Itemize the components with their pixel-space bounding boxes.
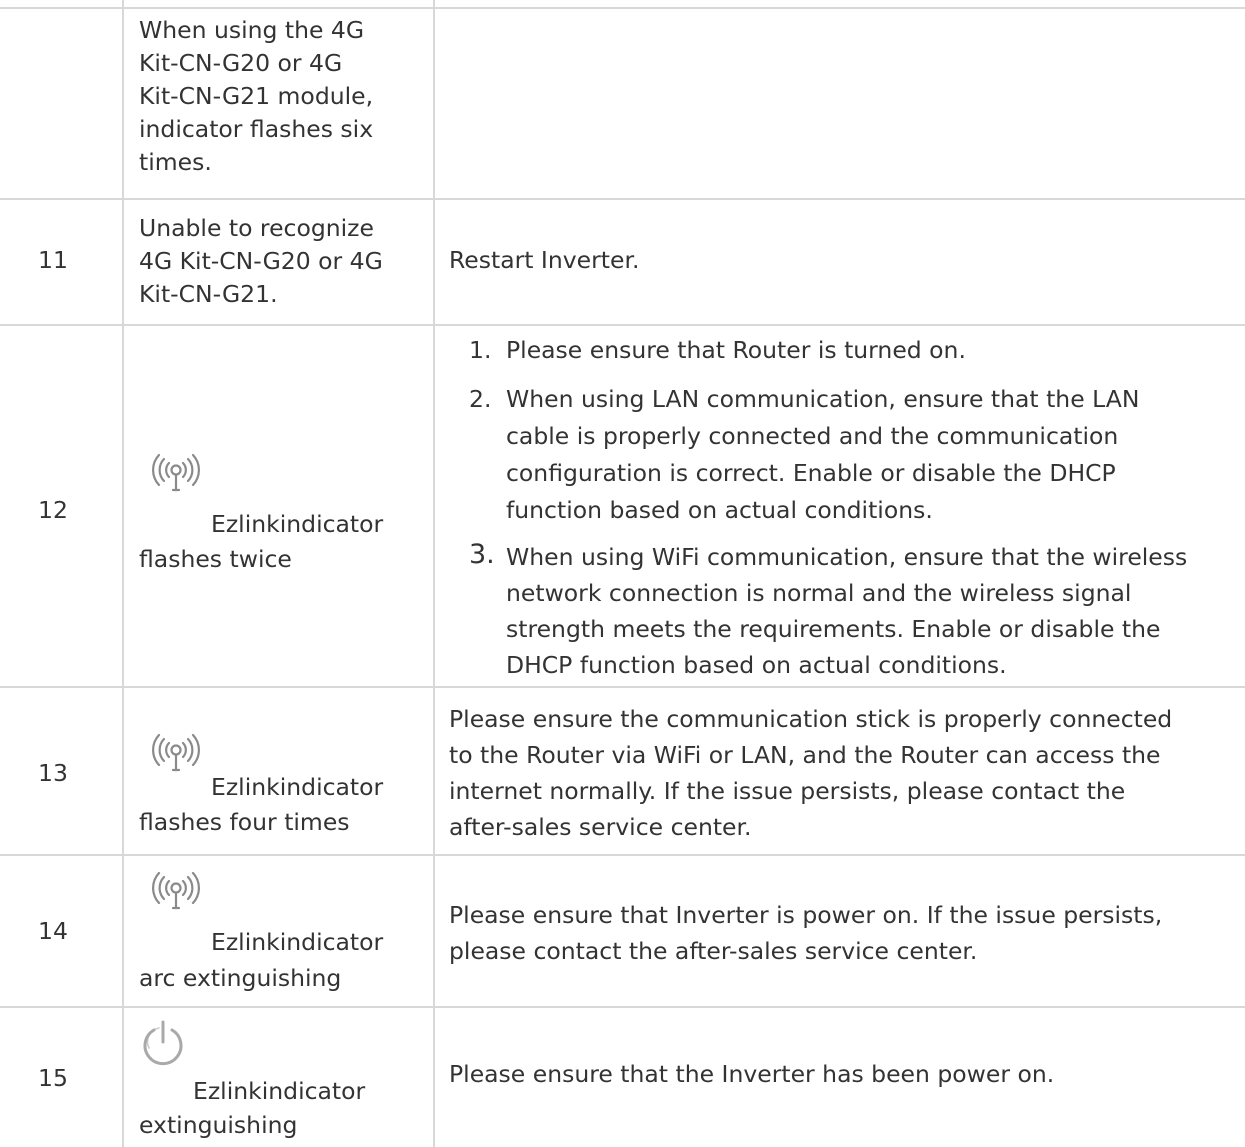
description-line: Unable to recognize	[139, 214, 374, 242]
description-line: Kit-CN-G21.	[139, 280, 278, 308]
column-divider	[433, 0, 435, 1147]
list-marker: 2.	[469, 385, 492, 413]
solution-line: cable is properly connected and the comm…	[506, 422, 1119, 450]
solution-line: When using WiFi communication, ensure th…	[506, 543, 1188, 571]
list-marker: 3.	[469, 539, 495, 570]
ezlink-antenna-icon	[152, 733, 200, 772]
description-line: Kit-CN-G20 or 4G	[139, 49, 343, 77]
solution-line: network connection is normal and the wir…	[506, 579, 1132, 607]
description-line: Ezlinkindicator	[211, 510, 384, 538]
solution-line: Please ensure the communication stick is…	[449, 705, 1173, 733]
ezlink-antenna-icon	[152, 453, 200, 492]
troubleshooting-table: When using the 4G Kit-CN-G20 or 4G Kit-C…	[0, 0, 1245, 1147]
description-line: 4G Kit-CN-G20 or 4G	[139, 247, 383, 275]
solution-line: to the Router via WiFi or LAN, and the R…	[449, 741, 1161, 769]
solution-line: please contact the after-sales service c…	[449, 937, 978, 965]
description-line: times.	[139, 148, 212, 176]
description-line: arc extinguishing	[139, 964, 342, 992]
solution-line: DHCP function based on actual conditions…	[506, 651, 1007, 679]
list-marker: 1.	[469, 336, 492, 364]
description-line: When using the 4G	[139, 16, 365, 44]
row-divider	[0, 1006, 1245, 1008]
row-divider	[0, 324, 1245, 326]
solution-line: When using LAN communication, ensure tha…	[506, 385, 1140, 413]
description-line: flashes four times	[139, 808, 350, 836]
row-number: 13	[38, 759, 68, 787]
solution-line: internet normally. If the issue persists…	[449, 777, 1126, 805]
power-icon	[143, 1020, 183, 1066]
description-line: flashes twice	[139, 545, 292, 573]
row-number: 12	[38, 496, 68, 524]
solution-line: Please ensure that the Inverter has been…	[449, 1060, 1055, 1088]
description-line: Ezlinkindicator	[211, 773, 384, 801]
row-number: 15	[38, 1064, 68, 1092]
row-number: 14	[38, 917, 68, 945]
solution-line: Please ensure that Inverter is power on.…	[449, 901, 1163, 929]
ezlink-antenna-icon	[152, 871, 200, 910]
row-divider	[0, 686, 1245, 688]
description-line: Ezlinkindicator	[193, 1077, 366, 1105]
solution-line: after-sales service center.	[449, 813, 752, 841]
description-line: Kit-CN-G21 module,	[139, 82, 374, 110]
solution-line: Restart Inverter.	[449, 246, 640, 274]
solution-line: configuration is correct. Enable or disa…	[506, 459, 1116, 487]
description-line: extinguishing	[139, 1111, 298, 1139]
row-divider	[0, 854, 1245, 856]
description-line: Ezlinkindicator	[211, 928, 384, 956]
row-number: 11	[38, 246, 68, 274]
row-divider	[0, 7, 1245, 9]
column-divider	[122, 0, 124, 1147]
row-divider	[0, 198, 1245, 200]
description-line: indicator flashes six	[139, 115, 374, 143]
solution-line: Please ensure that Router is turned on.	[506, 336, 966, 364]
solution-line: strength meets the requirements. Enable …	[506, 615, 1161, 643]
solution-line: function based on actual conditions.	[506, 496, 933, 524]
